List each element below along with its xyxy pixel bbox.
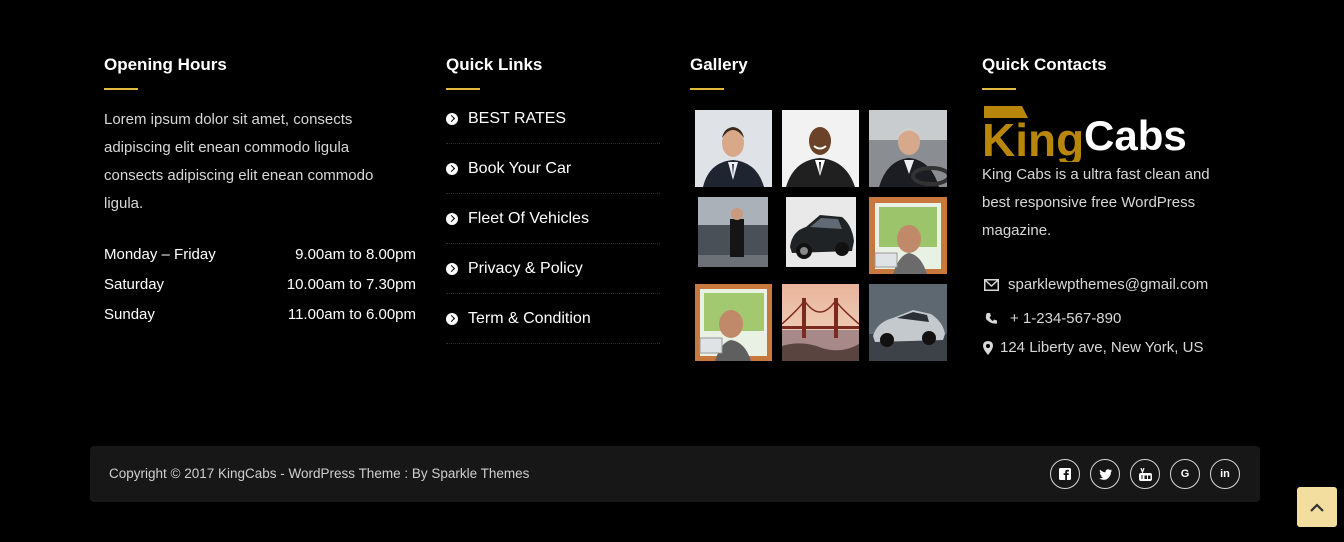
quick-links-title: Quick Links bbox=[446, 55, 543, 74]
title-underline bbox=[104, 88, 138, 90]
contact-address-text: 124 Liberty ave, New York, US bbox=[1000, 339, 1204, 356]
hours-row: Sunday 11.00am to 6.00pm bbox=[104, 306, 416, 323]
chevron-circle-right-icon bbox=[446, 262, 458, 275]
title-underline bbox=[690, 88, 724, 90]
quick-link-fleet-of-vehicles[interactable]: Fleet Of Vehicles bbox=[446, 194, 660, 244]
kingcabs-logo[interactable]: King Cabs bbox=[982, 104, 1226, 167]
chevron-circle-right-icon bbox=[446, 312, 458, 325]
contact-address: 124 Liberty ave, New York, US bbox=[982, 339, 1203, 356]
contact-email[interactable]: sparklewpthemes@gmail.com bbox=[982, 276, 1208, 293]
title-underline bbox=[446, 88, 480, 90]
hours-day: Monday – Friday bbox=[104, 246, 216, 263]
logo-king-text: King bbox=[982, 114, 1084, 162]
opening-hours-title: Opening Hours bbox=[104, 55, 227, 74]
quick-link-best-rates[interactable]: BEST RATES bbox=[446, 94, 660, 144]
gallery-image-driver-car[interactable] bbox=[869, 197, 947, 274]
twitter-icon[interactable] bbox=[1090, 459, 1120, 489]
gallery-title: Gallery bbox=[690, 55, 748, 74]
hours-time: 11.00am to 6.00pm bbox=[287, 306, 416, 323]
gallery-image-black-car[interactable] bbox=[786, 197, 856, 267]
quick-link-book-your-car[interactable]: Book Your Car bbox=[446, 144, 660, 194]
google-icon[interactable]: G bbox=[1170, 459, 1200, 489]
opening-hours-description: Lorem ipsum dolor sit amet, consects adi… bbox=[104, 111, 374, 212]
youtube-icon[interactable] bbox=[1130, 459, 1160, 489]
quick-link-privacy-policy[interactable]: Privacy & Policy bbox=[446, 244, 660, 294]
hours-day: Sunday bbox=[104, 306, 155, 323]
gallery-image-man-driving[interactable] bbox=[869, 110, 947, 187]
hours-day: Saturday bbox=[104, 276, 165, 293]
gallery-image-businessman[interactable] bbox=[695, 110, 772, 187]
title-underline bbox=[982, 88, 1016, 90]
chevron-circle-right-icon bbox=[446, 112, 458, 125]
quick-link-label: Term & Condition bbox=[468, 309, 591, 327]
copyright-text: Copyright © 2017 KingCabs - WordPress Th… bbox=[109, 466, 530, 481]
quick-link-label: Privacy & Policy bbox=[468, 259, 583, 277]
gallery-image-silver-car[interactable] bbox=[869, 284, 947, 361]
hours-time: 9.00am to 8.00pm bbox=[295, 246, 416, 263]
quick-link-term-condition[interactable]: Term & Condition bbox=[446, 294, 660, 344]
quick-link-label: BEST RATES bbox=[468, 109, 567, 127]
chevron-up-icon bbox=[1310, 502, 1324, 512]
contact-phone-text: + 1-234-567-890 bbox=[1010, 310, 1122, 327]
logo-cabs-text: Cabs bbox=[1084, 112, 1187, 159]
hours-row: Saturday 10.00am to 7.30pm bbox=[104, 276, 416, 293]
chevron-circle-right-icon bbox=[446, 162, 458, 175]
gallery-image-smiling-man[interactable] bbox=[782, 110, 859, 187]
quick-contacts-title: Quick Contacts bbox=[982, 55, 1107, 74]
quick-link-label: Book Your Car bbox=[468, 159, 572, 177]
gallery-image-driver-window[interactable] bbox=[695, 284, 772, 361]
contact-phone[interactable]: + 1-234-567-890 bbox=[982, 310, 1121, 327]
gallery-image-man-standing[interactable] bbox=[698, 197, 768, 267]
contact-email-text: sparklewpthemes@gmail.com bbox=[1008, 276, 1209, 293]
hours-time: 10.00am to 7.30pm bbox=[286, 276, 416, 293]
hours-row: Monday – Friday 9.00am to 8.00pm bbox=[104, 246, 416, 263]
envelope-icon bbox=[982, 277, 1000, 293]
map-marker-icon bbox=[982, 340, 994, 356]
phone-icon bbox=[982, 311, 1000, 327]
quick-link-label: Fleet Of Vehicles bbox=[468, 209, 589, 227]
facebook-icon[interactable] bbox=[1050, 459, 1080, 489]
footer-bottom-bar: Copyright © 2017 KingCabs - WordPress Th… bbox=[90, 446, 1260, 502]
kingcabs-description: King Cabs is a ultra fast clean and best… bbox=[982, 166, 1210, 239]
linkedin-icon[interactable]: in bbox=[1210, 459, 1240, 489]
chevron-circle-right-icon bbox=[446, 212, 458, 225]
scroll-to-top-button[interactable] bbox=[1297, 487, 1337, 527]
gallery-image-golden-gate[interactable] bbox=[782, 284, 859, 361]
